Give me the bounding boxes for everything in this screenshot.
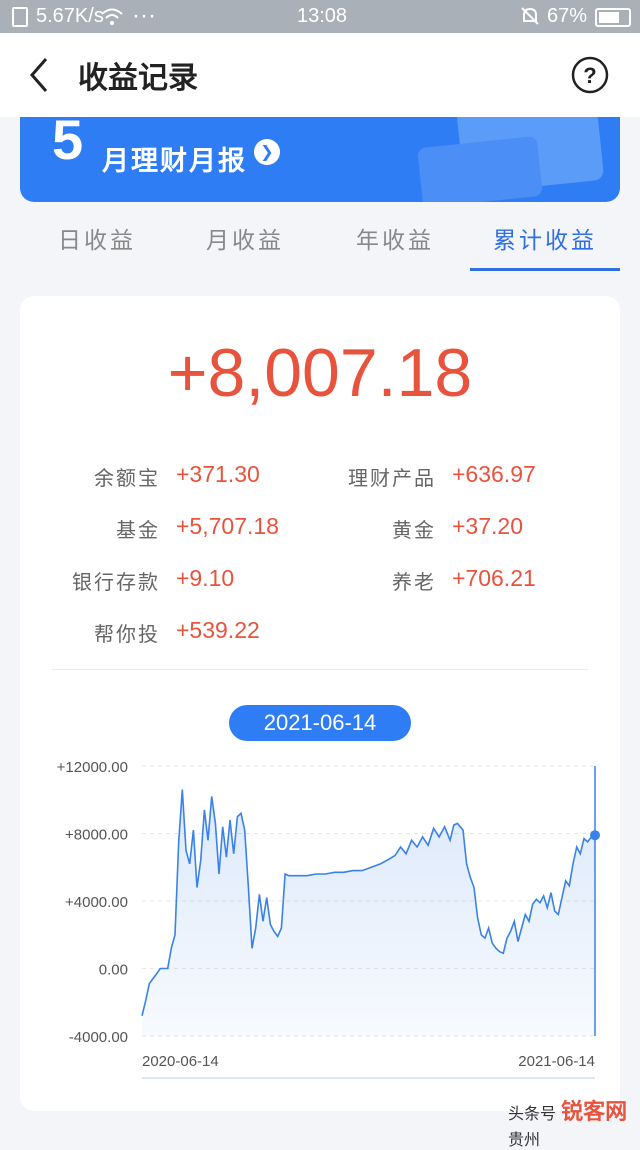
y-tick-label: -4000.00 (69, 1029, 128, 1046)
breakdown-label: 帮你投 (94, 622, 160, 646)
total-earnings: +8,007.18 (167, 335, 473, 411)
svg-text:?: ? (583, 63, 596, 88)
breakdown-label: 基金 (116, 518, 160, 542)
clock: 13:08 (297, 5, 348, 27)
breakdown-label: 黄金 (392, 518, 436, 542)
watermark-prefix: 头条号 (508, 1104, 562, 1123)
status-bar: 5.67K/s ··· 13:08 67% (0, 0, 640, 33)
tab-monthly[interactable]: 月收益 (170, 221, 320, 255)
divider (52, 669, 588, 670)
tab-active-indicator (470, 268, 620, 271)
breakdown-value: +371.30 (176, 461, 260, 487)
y-tick-label: 0.00 (99, 962, 128, 979)
help-icon[interactable]: ? (570, 55, 610, 95)
period-tabs: 日收益 月收益 年收益 累计收益 (0, 207, 640, 273)
banner-decor-card-2 (417, 135, 543, 202)
more-dots: ··· (132, 2, 156, 29)
breakdown-label: 余额宝 (94, 466, 160, 490)
chevron-right-icon: ❯ (254, 139, 280, 165)
x-tick-label: 2020-06-14 (142, 1053, 219, 1070)
sim-icon (12, 7, 28, 27)
mute-bell-icon (521, 7, 539, 25)
breakdown-value: +5,707.18 (176, 513, 279, 539)
tab-daily[interactable]: 日收益 (22, 221, 172, 255)
earnings-card: +8,007.18 余额宝 +371.30 理财产品 +636.97 基金 +5… (20, 296, 620, 1111)
battery-icon (595, 8, 631, 27)
watermark: 头条号 锐客网贵州 (508, 1094, 640, 1150)
breakdown-value: +539.22 (176, 617, 260, 643)
breakdown-value: +706.21 (452, 565, 536, 591)
wifi-icon (101, 8, 123, 25)
network-speed: 5.67K/s (36, 5, 104, 27)
monthly-report-banner[interactable]: 5 月理财月报 ❯ (20, 117, 620, 202)
earnings-chart[interactable]: +12000.00 +8000.00 +4000.00 0.00 -4000.00 202… (20, 736, 620, 1096)
breakdown-label: 养老 (392, 570, 436, 594)
breakdown-label: 银行存款 (72, 570, 160, 594)
banner-text: 月理财月报 (102, 146, 247, 177)
x-tick-label: 2021-06-14 (518, 1053, 595, 1070)
y-tick-label: +12000.00 (57, 759, 128, 776)
y-tick-label: +8000.00 (65, 827, 128, 844)
watermark-suffix: 贵州 (508, 1130, 541, 1149)
breakdown-label: 理财产品 (348, 466, 436, 490)
page-title: 收益记录 (78, 61, 198, 96)
watermark-brand: 锐客网 (561, 1100, 628, 1125)
battery-percent: 67% (547, 5, 588, 27)
back-arrow-icon[interactable] (26, 55, 56, 95)
breakdown-value: +9.10 (176, 565, 235, 591)
banner-month: 5 (52, 117, 84, 171)
tab-yearly[interactable]: 年收益 (320, 221, 470, 255)
breakdown-value: +636.97 (452, 461, 536, 487)
monthly-report-banner-area: 5 月理财月报 ❯ (0, 117, 640, 207)
selection-point (590, 830, 600, 841)
y-tick-label: +4000.00 (65, 894, 128, 911)
breakdown-value: +37.20 (452, 513, 523, 539)
navigation-bar: 收益记录 ? (0, 33, 640, 117)
tab-cumulative[interactable]: 累计收益 (470, 221, 620, 255)
